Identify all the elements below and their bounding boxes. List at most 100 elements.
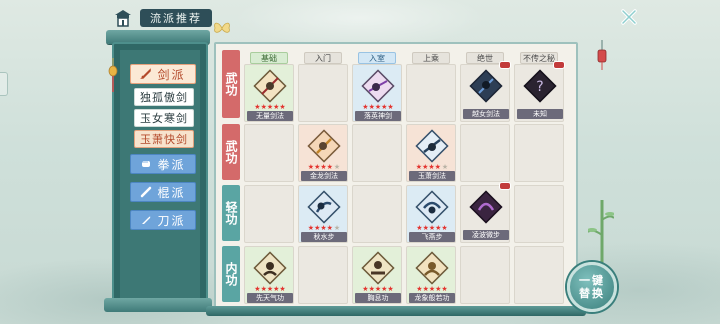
star-rating: ★★★★★ [415,163,449,171]
movement-skill-icon [415,190,449,224]
skill-cell-empty[interactable] [298,64,348,122]
butterfly-icon [214,22,230,33]
sword-skill-icon [469,69,503,103]
skill-cell[interactable]: ★★★★★ 落英神剑 [352,64,402,122]
side-handle[interactable] [0,72,8,96]
category-fist-label: 拳派 [157,157,186,172]
skill-name: 越女剑法 [463,109,509,119]
skill-cell-empty[interactable] [352,124,402,182]
skill-name: 先天气功 [247,293,293,303]
sword-skill-icon [253,69,287,103]
skill-cell-empty[interactable] [406,64,456,122]
star-rating: ★★★★★ [362,103,394,111]
sub-item-label: 独孤傲剑 [140,91,188,104]
star-rating: ★★★★★ [307,224,341,232]
skill-cell[interactable]: ★★★★★ 先天气功 [244,246,294,304]
internal-skill-icon [253,251,287,285]
skill-cell-empty[interactable] [244,124,294,182]
skill-cell[interactable]: 越女剑法 [460,61,511,122]
scroll-roller-bottom [104,298,212,312]
svg-text:?: ? [536,79,543,95]
close-icon [621,9,637,25]
skill-cell-empty[interactable] [514,124,564,182]
sub-item-label: 玉女寒剑 [140,112,188,125]
category-fist[interactable]: 拳派 [130,154,196,174]
sword-skill-icon [307,129,341,163]
category-blade[interactable]: 刀派 [130,210,196,230]
skill-cell-empty[interactable] [352,185,402,243]
skill-cell-empty[interactable] [460,124,510,182]
blade-icon [142,216,151,224]
row-label-martial-1: 武功 [222,50,240,118]
skill-cell[interactable]: ★★★★★ 胸息功 [352,246,402,304]
skill-name: 龙象般若功 [409,293,455,303]
bamboo-decoration-icon [588,200,614,270]
star-rating: ★★★★★ [416,285,448,293]
sword-icon [140,68,152,79]
tier-basic: 基础 [250,52,288,64]
staff-icon [141,186,152,198]
skill-cell[interactable]: 凌波微步 [460,182,511,243]
skill-cell-empty[interactable] [514,246,564,304]
auto-replace-button[interactable]: 一键 替换 [567,262,617,312]
category-blade-label: 刀派 [157,213,186,228]
skill-cell[interactable]: ★★★★ ★ 金龙剑法 [298,124,348,182]
skill-cell[interactable]: ★★★★ ★ 玉萧剑法 [406,124,456,182]
new-badge [499,182,511,190]
row-label-text: 内功 [224,262,238,286]
skill-name: 落英神剑 [355,111,401,121]
auto-replace-line2: 替换 [579,287,605,300]
skill-cell-empty[interactable] [244,185,294,243]
skill-cell[interactable]: ★★★★★ 无量剑法 [244,64,294,122]
sub-item-yunu[interactable]: 玉女寒剑 [134,109,194,127]
new-badge [499,61,511,69]
page-title: 流派推荐 [140,9,212,27]
skill-name: 玉萧剑法 [409,171,455,181]
sword-skill-icon [415,129,449,163]
category-staff-label: 棍派 [157,185,186,200]
row-label-text: 轻功 [224,201,238,225]
new-badge [553,61,565,69]
row-label-martial-2: 武功 [222,124,240,180]
close-button[interactable] [616,4,642,30]
unknown-skill-icon: ? [523,69,557,103]
skill-cell-empty[interactable] [514,185,564,243]
sub-item-yuxiao[interactable]: 玉萧快剑 [134,130,194,148]
skill-name: 金龙剑法 [301,171,347,181]
movement-skill-icon [469,190,503,224]
sword-skill-icon [361,69,395,103]
row-label-text: 武功 [224,72,238,96]
header: 流派推荐 [112,6,212,30]
row-label-lightness: 轻功 [222,185,240,241]
skill-cell-empty[interactable] [460,246,510,304]
tier-inner: 入室 [358,52,396,64]
skill-cell-empty[interactable] [298,246,348,304]
movement-skill-icon [307,190,341,224]
lantern-tassel-icon [108,58,118,92]
hanging-lamp-icon [597,40,607,70]
row-label-internal: 内功 [222,246,240,302]
skill-name: 无量剑法 [247,111,293,121]
category-staff[interactable]: 棍派 [130,182,196,202]
category-sword-label: 剑派 [157,67,186,82]
skill-cell[interactable]: ★★★★★ 飞燕步 [406,185,456,243]
category-sword[interactable]: 剑派 [130,64,196,84]
internal-skill-icon [361,251,395,285]
tier-superior: 上乘 [412,52,450,64]
row-label-text: 武功 [224,140,238,164]
sub-item-label: 玉萧快剑 [140,133,188,146]
skill-cell[interactable]: ★★★★★ 龙象般若功 [406,246,456,304]
star-rating: ★★★★★ [307,163,341,171]
star-rating: ★★★★★ [416,224,448,232]
internal-skill-icon [415,251,449,285]
skill-name: 秋水步 [301,232,347,242]
skill-cell[interactable]: ★★★★ ★ 秋水步 [298,185,348,243]
panel-base [206,306,586,316]
pavilion-icon [112,7,134,29]
skill-name: 未知 [517,109,563,119]
star-rating: ★★★★★ [362,285,394,293]
sub-item-dugu[interactable]: 独孤傲剑 [134,88,194,106]
skill-cell[interactable]: ? 未知 [514,61,565,122]
tier-entry: 入门 [304,52,342,64]
skill-name: 飞燕步 [409,232,455,242]
